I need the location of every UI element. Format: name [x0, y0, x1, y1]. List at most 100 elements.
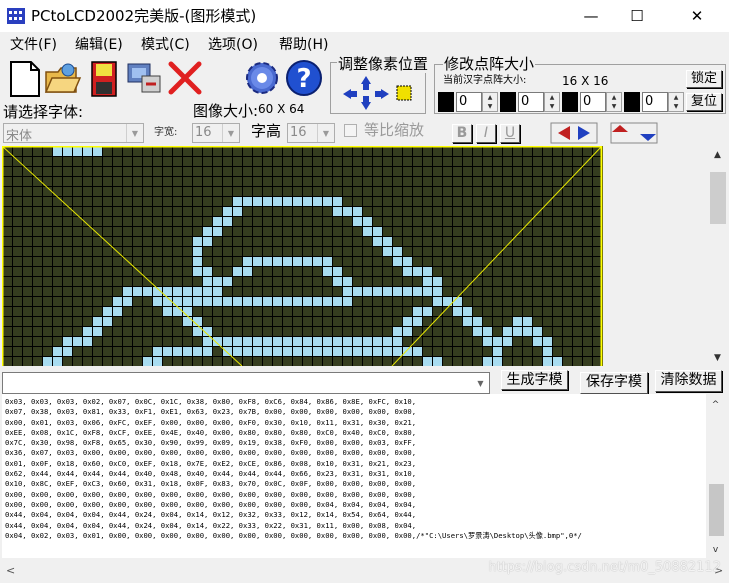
- pixel-on[interactable]: [103, 317, 112, 326]
- pixel-on[interactable]: [383, 287, 392, 296]
- pixel-on[interactable]: [243, 197, 252, 206]
- maximize-button[interactable]: ☐: [614, 0, 660, 32]
- pixel-on[interactable]: [253, 337, 262, 346]
- pixel-on[interactable]: [263, 347, 272, 356]
- pixel-on[interactable]: [63, 337, 72, 346]
- settings-gear-icon[interactable]: [242, 58, 282, 98]
- pixel-on[interactable]: [183, 307, 192, 316]
- pixel-on[interactable]: [233, 347, 242, 356]
- pixel-on[interactable]: [393, 337, 402, 346]
- pixel-on[interactable]: [293, 337, 302, 346]
- pixel-on[interactable]: [503, 327, 512, 336]
- pixel-on[interactable]: [213, 297, 222, 306]
- pixel-on[interactable]: [343, 207, 352, 216]
- pixel-on[interactable]: [63, 147, 72, 156]
- pixel-on[interactable]: [223, 347, 232, 356]
- move-down-icon[interactable]: [624, 92, 640, 112]
- pixel-on[interactable]: [173, 287, 182, 296]
- pixel-on[interactable]: [213, 217, 222, 226]
- export-icon[interactable]: [124, 58, 164, 98]
- pixel-on[interactable]: [423, 267, 432, 276]
- pixel-on[interactable]: [73, 337, 82, 346]
- pixel-on[interactable]: [203, 277, 212, 286]
- down-spin-arrows[interactable]: ▲ ▼: [668, 92, 684, 112]
- pixel-on[interactable]: [283, 347, 292, 356]
- clear-data-button[interactable]: 清除数据: [655, 370, 722, 392]
- pixel-on[interactable]: [353, 337, 362, 346]
- pixel-on[interactable]: [353, 347, 362, 356]
- pixel-on[interactable]: [393, 287, 402, 296]
- generate-button[interactable]: 生成字模: [501, 370, 568, 390]
- pixel-on[interactable]: [93, 147, 102, 156]
- pixel-on[interactable]: [453, 307, 462, 316]
- pixel-on[interactable]: [103, 307, 112, 316]
- pixel-on[interactable]: [493, 347, 502, 356]
- scroll-up-icon[interactable]: ^: [707, 396, 724, 413]
- pixel-on[interactable]: [93, 327, 102, 336]
- pixel-on[interactable]: [483, 357, 492, 366]
- pixel-on[interactable]: [53, 147, 62, 156]
- pixel-on[interactable]: [233, 297, 242, 306]
- pixel-on[interactable]: [383, 237, 392, 246]
- pixel-on[interactable]: [313, 297, 322, 306]
- pixel-on[interactable]: [243, 297, 252, 306]
- left-spin-value[interactable]: 0: [456, 92, 482, 112]
- pixel-on[interactable]: [263, 337, 272, 346]
- pixel-on[interactable]: [293, 347, 302, 356]
- pixel-on[interactable]: [243, 267, 252, 276]
- pixel-on[interactable]: [203, 337, 212, 346]
- pixel-on[interactable]: [333, 347, 342, 356]
- output-combo[interactable]: ▼: [2, 372, 490, 394]
- pixel-on[interactable]: [83, 327, 92, 336]
- pixel-on[interactable]: [183, 347, 192, 356]
- pixel-on[interactable]: [323, 297, 332, 306]
- pixel-on[interactable]: [233, 337, 242, 346]
- pixel-on[interactable]: [433, 357, 442, 366]
- pixel-on[interactable]: [213, 287, 222, 296]
- pixel-on[interactable]: [533, 337, 542, 346]
- pixel-on[interactable]: [273, 337, 282, 346]
- pixel-on[interactable]: [413, 287, 422, 296]
- pixel-on[interactable]: [333, 197, 342, 206]
- pixel-on[interactable]: [193, 267, 202, 276]
- pixel-on[interactable]: [243, 337, 252, 346]
- pixel-on[interactable]: [83, 337, 92, 346]
- pixel-on[interactable]: [403, 317, 412, 326]
- pixel-on[interactable]: [153, 357, 162, 366]
- pixel-on[interactable]: [193, 247, 202, 256]
- pixel-on[interactable]: [213, 227, 222, 236]
- pixel-on[interactable]: [203, 297, 212, 306]
- pixel-on[interactable]: [383, 247, 392, 256]
- pixel-on[interactable]: [393, 247, 402, 256]
- pixel-on[interactable]: [473, 327, 482, 336]
- pixel-on[interactable]: [383, 347, 392, 356]
- pixel-on[interactable]: [323, 347, 332, 356]
- pixel-on[interactable]: [433, 287, 442, 296]
- left-spin-arrows[interactable]: ▲ ▼: [482, 92, 498, 112]
- pixel-on[interactable]: [243, 257, 252, 266]
- pixel-on[interactable]: [213, 337, 222, 346]
- pixel-on[interactable]: [483, 337, 492, 346]
- pixel-on[interactable]: [283, 297, 292, 306]
- pixel-on[interactable]: [493, 357, 502, 366]
- pixel-on[interactable]: [423, 307, 432, 316]
- pixel-on[interactable]: [423, 287, 432, 296]
- pixel-on[interactable]: [263, 197, 272, 206]
- pixel-on[interactable]: [403, 257, 412, 266]
- pixel-on[interactable]: [123, 287, 132, 296]
- output-textarea[interactable]: 0x03, 0x03, 0x03, 0x02, 0x07, 0x0C, 0x1C…: [2, 394, 706, 558]
- underline-button[interactable]: U: [500, 124, 520, 143]
- pixel-on[interactable]: [323, 267, 332, 276]
- output-scroll-thumb[interactable]: [709, 484, 724, 536]
- menu-options[interactable]: 选项(O): [208, 36, 258, 54]
- pixel-on[interactable]: [223, 277, 232, 286]
- pixel-on[interactable]: [183, 287, 192, 296]
- pixel-on[interactable]: [83, 147, 92, 156]
- pixel-on[interactable]: [113, 297, 122, 306]
- menu-file[interactable]: 文件(F): [10, 36, 57, 54]
- pixel-on[interactable]: [253, 197, 262, 206]
- pixel-on[interactable]: [423, 357, 432, 366]
- pixel-on[interactable]: [273, 297, 282, 306]
- pixel-on[interactable]: [313, 337, 322, 346]
- pixel-on[interactable]: [363, 227, 372, 236]
